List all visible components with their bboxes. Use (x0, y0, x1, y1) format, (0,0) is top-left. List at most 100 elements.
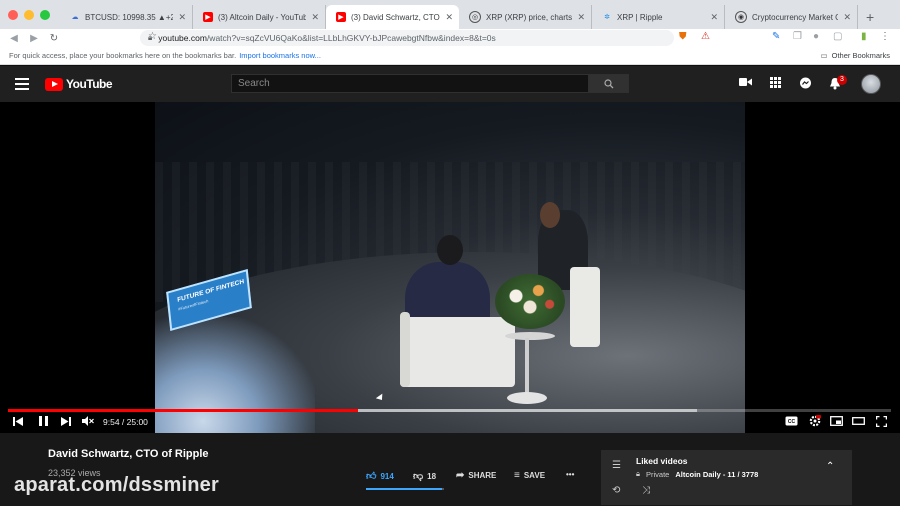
playlist-owner-position[interactable]: Altcoin Daily - 11 / 3778 (675, 470, 758, 479)
coin-favicon-icon: ◎ (469, 11, 481, 23)
playlist-title[interactable]: Liked videos (636, 456, 688, 466)
pen-extension-icon[interactable]: ✎ (772, 31, 780, 42)
next-icon[interactable] (59, 414, 73, 428)
lock-icon: 🔒︎ (636, 469, 640, 478)
minimize-window-button[interactable] (24, 9, 34, 20)
captions-icon[interactable]: CC (784, 414, 798, 428)
browser-tab-david-schwartz[interactable]: ▶ (3) David Schwartz, CTO of ✕ (326, 5, 459, 29)
speaker-right-head (540, 202, 560, 228)
copy-extension-icon[interactable]: ❐ (793, 31, 802, 42)
playlist-add-icon: ≡ (514, 470, 520, 481)
browser-tab-btcusd[interactable]: ☁ BTCUSD: 10998.35 ▲+2.2% ✕ (60, 5, 193, 29)
account-avatar[interactable] (861, 74, 881, 94)
close-tab-icon[interactable]: ✕ (178, 12, 186, 23)
flower-arrangement (495, 274, 565, 329)
other-bookmarks-label: Other Bookmarks (831, 51, 890, 60)
miniplayer-icon[interactable] (829, 414, 843, 428)
previous-icon[interactable] (11, 414, 25, 428)
tab-title: XRP | Ripple (617, 12, 663, 22)
video-player[interactable]: FUTURE OF FINTECH #FutureofFintech (0, 102, 900, 433)
side-table-stem (525, 338, 529, 394)
close-tab-icon[interactable]: ✕ (710, 12, 718, 23)
playlist-privacy: Private (646, 469, 670, 479)
android-extension-icon[interactable]: ▮ (861, 31, 867, 42)
browser-tab-xrp-ripple[interactable]: ✲ XRP | Ripple ✕ (592, 5, 725, 29)
browser-tab-strip: ☁ BTCUSD: 10998.35 ▲+2.2% ✕ ▶ (3) Altcoi… (0, 0, 900, 29)
extension-shield-icon[interactable]: ⛊ (679, 31, 687, 42)
kebab-menu-icon[interactable]: ⋮ (880, 31, 890, 42)
browser-tab-xrp-price[interactable]: ◎ XRP (XRP) price, charts, m ✕ (459, 5, 592, 29)
youtube-favicon-icon: ▶ (336, 12, 346, 22)
tab-title: (3) David Schwartz, CTO of (351, 12, 441, 22)
circle-extension-icon[interactable]: ● (813, 31, 819, 42)
tab-title: Cryptocurrency Market Cap (752, 12, 838, 22)
browser-tab-altcoin-daily[interactable]: ▶ (3) Altcoin Daily - YouTube ✕ (193, 5, 326, 29)
messages-icon[interactable] (798, 77, 812, 91)
like-button[interactable]: 👍︎ 914 (366, 470, 394, 482)
speaker-left-head (437, 235, 463, 265)
notification-count-badge: 3 (837, 75, 847, 85)
tab-title: BTCUSD: 10998.35 ▲+2.2% (85, 12, 174, 22)
fullscreen-icon[interactable] (874, 414, 888, 428)
doc-extension-icon[interactable]: ▢ (833, 31, 842, 42)
create-video-icon[interactable] (738, 77, 752, 91)
close-tab-icon[interactable]: ✕ (445, 12, 453, 23)
search-input[interactable]: Search (231, 74, 589, 93)
video-frame[interactable]: FUTURE OF FINTECH #FutureofFintech (155, 102, 745, 433)
youtube-logo[interactable]: YouTube (45, 77, 113, 91)
other-bookmarks-button[interactable]: ▭ Other Bookmarks (821, 51, 890, 60)
bookmark-star-icon[interactable]: ☆ (148, 31, 157, 42)
address-bar[interactable]: 🔒︎ youtube.com/watch?v=sqZcVU6QaKo&list=… (140, 30, 674, 46)
youtube-favicon-icon: ▶ (203, 12, 213, 22)
guide-menu-icon[interactable] (15, 78, 29, 93)
search-button[interactable] (589, 74, 629, 93)
save-button[interactable]: ≡ SAVE (514, 470, 545, 481)
seek-bar[interactable] (8, 409, 891, 412)
import-bookmarks-link[interactable]: Import bookmarks now... (239, 51, 321, 60)
close-window-button[interactable] (8, 9, 18, 20)
close-tab-icon[interactable]: ✕ (577, 12, 585, 23)
bookmarks-bar: For quick access, place your bookmarks h… (0, 47, 900, 65)
like-count: 914 (380, 471, 394, 481)
dislike-button[interactable]: 👎︎ 18 (413, 470, 436, 482)
shuffle-icon[interactable]: ⤨ (642, 485, 650, 496)
browser-tab-coinmarketcap[interactable]: ◉ Cryptocurrency Market Cap ✕ (725, 5, 858, 29)
folder-icon: ▭ (820, 51, 828, 60)
save-label: SAVE (523, 471, 546, 480)
like-ratio-fill (366, 488, 443, 490)
side-table-base (507, 392, 547, 404)
coinmarketcap-favicon-icon: ◉ (735, 11, 747, 23)
theater-mode-icon[interactable] (851, 414, 865, 428)
svg-text:CC: CC (787, 419, 795, 425)
pause-icon[interactable] (36, 414, 50, 428)
time-display: 9:54 / 25:00 (103, 417, 148, 427)
share-button[interactable]: ➦ SHARE (456, 470, 496, 481)
back-arrow-icon[interactable]: ◀ (4, 33, 24, 44)
forward-arrow-icon[interactable]: ▶ (24, 33, 44, 44)
reload-icon[interactable]: ↻ (44, 33, 64, 44)
thumbs-down-icon: 👎︎ (413, 471, 424, 482)
collapse-chevron-icon[interactable]: ⌃ (826, 461, 834, 472)
video-title: David Schwartz, CTO of Ripple (48, 448, 209, 460)
close-tab-icon[interactable]: ✕ (311, 12, 319, 23)
new-tab-button[interactable]: + (858, 9, 874, 29)
youtube-play-logo-icon (45, 77, 63, 91)
youtube-wordmark: YouTube (66, 77, 113, 91)
screen-glow (155, 317, 315, 433)
more-actions-button[interactable]: ••• (566, 470, 574, 479)
maximize-window-button[interactable] (40, 9, 50, 20)
settings-gear-icon[interactable] (808, 414, 822, 428)
share-label: SHARE (468, 471, 497, 480)
playlist-icon: ☰ (612, 460, 621, 471)
muted-volume-icon[interactable] (81, 414, 95, 428)
youtube-masthead: YouTube Search (0, 66, 900, 102)
share-arrow-icon: ➦ (456, 470, 465, 481)
extension-warning-icon[interactable]: ⚠ (701, 31, 710, 42)
url-path: /watch?v=sqZcVU6QaKo&list=LLbLhGKVY-bJPc… (206, 33, 496, 43)
search-icon (604, 78, 614, 88)
playlist-meta: 🔒︎ Private Altcoin Daily - 11 / 3778 (636, 469, 758, 479)
tab-title: XRP (XRP) price, charts, m (486, 12, 573, 22)
loop-icon[interactable]: ⟲ (612, 485, 620, 496)
apps-grid-icon[interactable] (768, 77, 782, 91)
close-tab-icon[interactable]: ✕ (843, 12, 851, 23)
